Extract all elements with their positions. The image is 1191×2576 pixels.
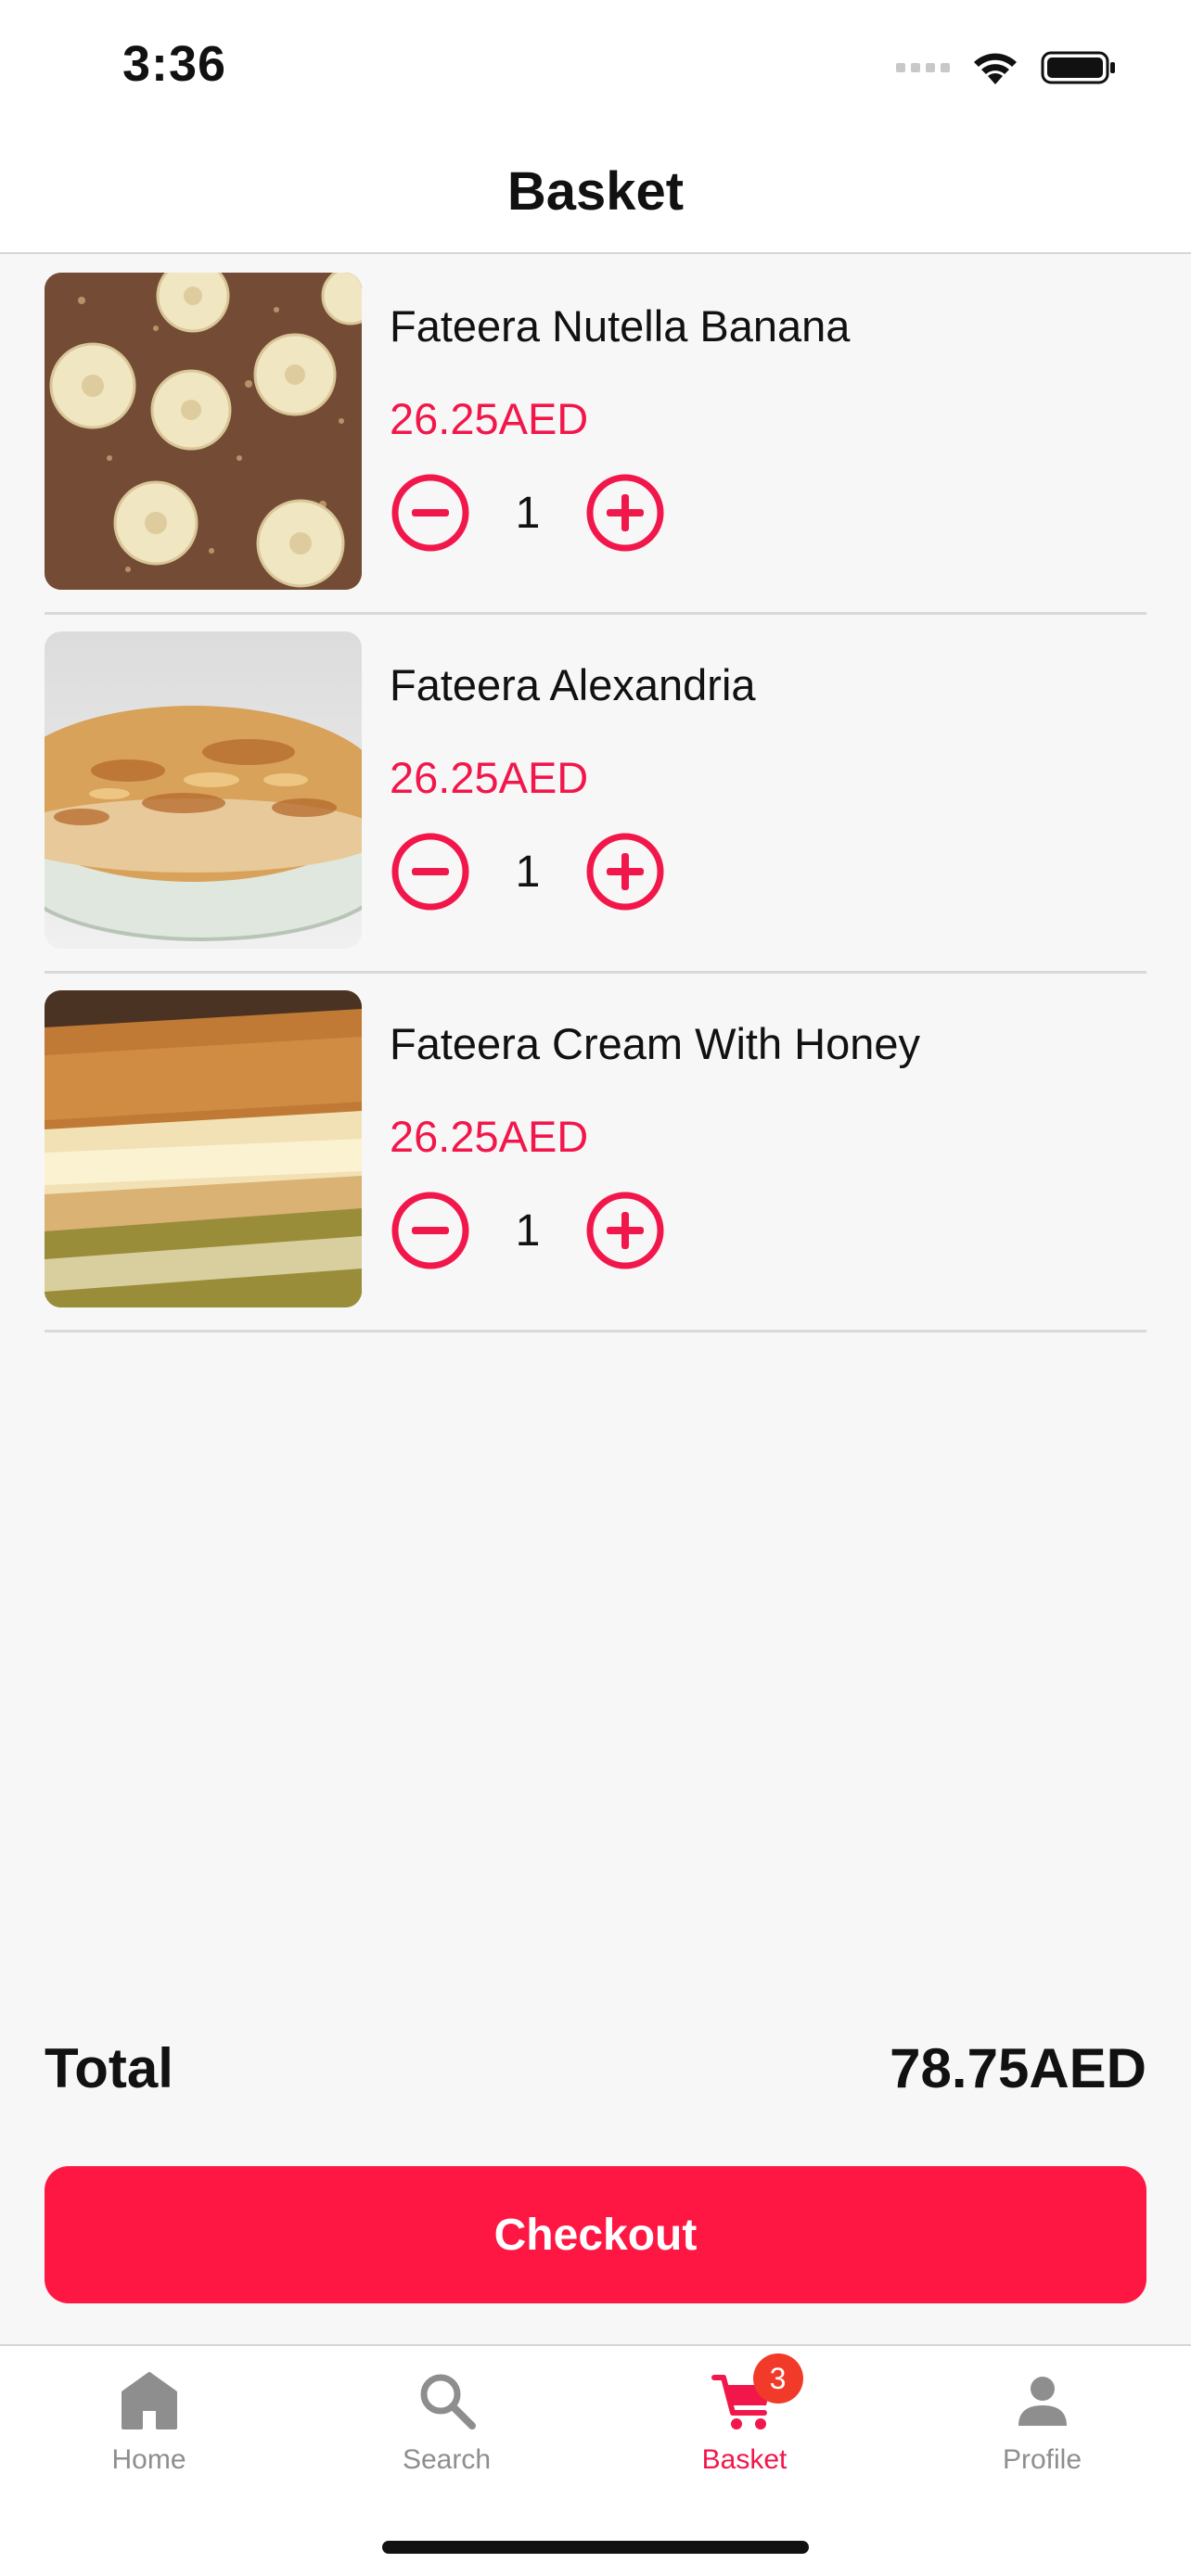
quantity-stepper: 1: [390, 830, 666, 913]
status-bar: 3:36: [0, 0, 1191, 130]
item-price: 26.25AED: [390, 1112, 589, 1161]
navigation-bar: Basket: [0, 130, 1191, 254]
cart-icon: 3: [711, 2353, 803, 2435]
tab-search[interactable]: Search: [298, 2346, 596, 2504]
quantity-value: 1: [515, 488, 541, 538]
battery-icon: [1041, 51, 1115, 84]
tab-label: Basket: [701, 2444, 788, 2475]
item-name: Fateera Alexandria: [390, 660, 756, 709]
item-price: 26.25AED: [390, 753, 589, 802]
cart-count-badge: 3: [752, 2353, 803, 2404]
page-title: Basket: [506, 160, 685, 222]
total-label: Total: [45, 2036, 173, 2099]
product-image-alexandria: [45, 631, 362, 949]
quantity-value: 1: [515, 847, 541, 897]
increase-quantity-button[interactable]: [584, 831, 666, 912]
basket-list: Fateera Nutella Banana 26.25AED 1 Fateer…: [0, 256, 1191, 1333]
tab-basket[interactable]: 3 Basket: [596, 2346, 893, 2504]
person-icon: [1008, 2366, 1077, 2435]
status-time: 3:36: [122, 36, 227, 92]
basket-item: Fateera Alexandria 26.25AED 1: [45, 615, 1146, 974]
increase-quantity-button[interactable]: [584, 1190, 666, 1271]
item-name: Fateera Cream With Honey: [390, 1019, 921, 1068]
total-value: 78.75AED: [890, 2036, 1146, 2099]
decrease-quantity-button[interactable]: [390, 1190, 471, 1271]
tab-profile[interactable]: Profile: [893, 2346, 1191, 2504]
decrease-quantity-button[interactable]: [390, 472, 471, 554]
home-icon: [115, 2366, 184, 2435]
status-indicators: [896, 45, 1117, 91]
total-row: Total 78.75AED: [45, 2031, 1146, 2105]
quantity-stepper: 1: [390, 471, 666, 555]
tab-label: Profile: [1002, 2444, 1082, 2475]
tab-home[interactable]: Home: [0, 2346, 298, 2504]
quantity-stepper: 1: [390, 1189, 666, 1272]
basket-item: Fateera Nutella Banana 26.25AED 1: [45, 256, 1146, 615]
cellular-signal-icon: [896, 63, 950, 72]
product-image-cream-honey: [45, 990, 362, 1307]
checkout-button[interactable]: Checkout: [45, 2166, 1146, 2303]
basket-item: Fateera Cream With Honey 26.25AED 1: [45, 974, 1146, 1333]
item-name: Fateera Nutella Banana: [390, 301, 851, 351]
tab-label: Search: [402, 2444, 492, 2475]
tab-label: Home: [111, 2444, 186, 2475]
quantity-value: 1: [515, 1205, 541, 1256]
decrease-quantity-button[interactable]: [390, 831, 471, 912]
item-price: 26.25AED: [390, 394, 589, 443]
product-image-nutella-banana: [45, 273, 362, 590]
home-indicator[interactable]: [382, 2541, 809, 2554]
wifi-icon: [974, 53, 1017, 84]
increase-quantity-button[interactable]: [584, 472, 666, 554]
search-icon: [413, 2366, 481, 2435]
